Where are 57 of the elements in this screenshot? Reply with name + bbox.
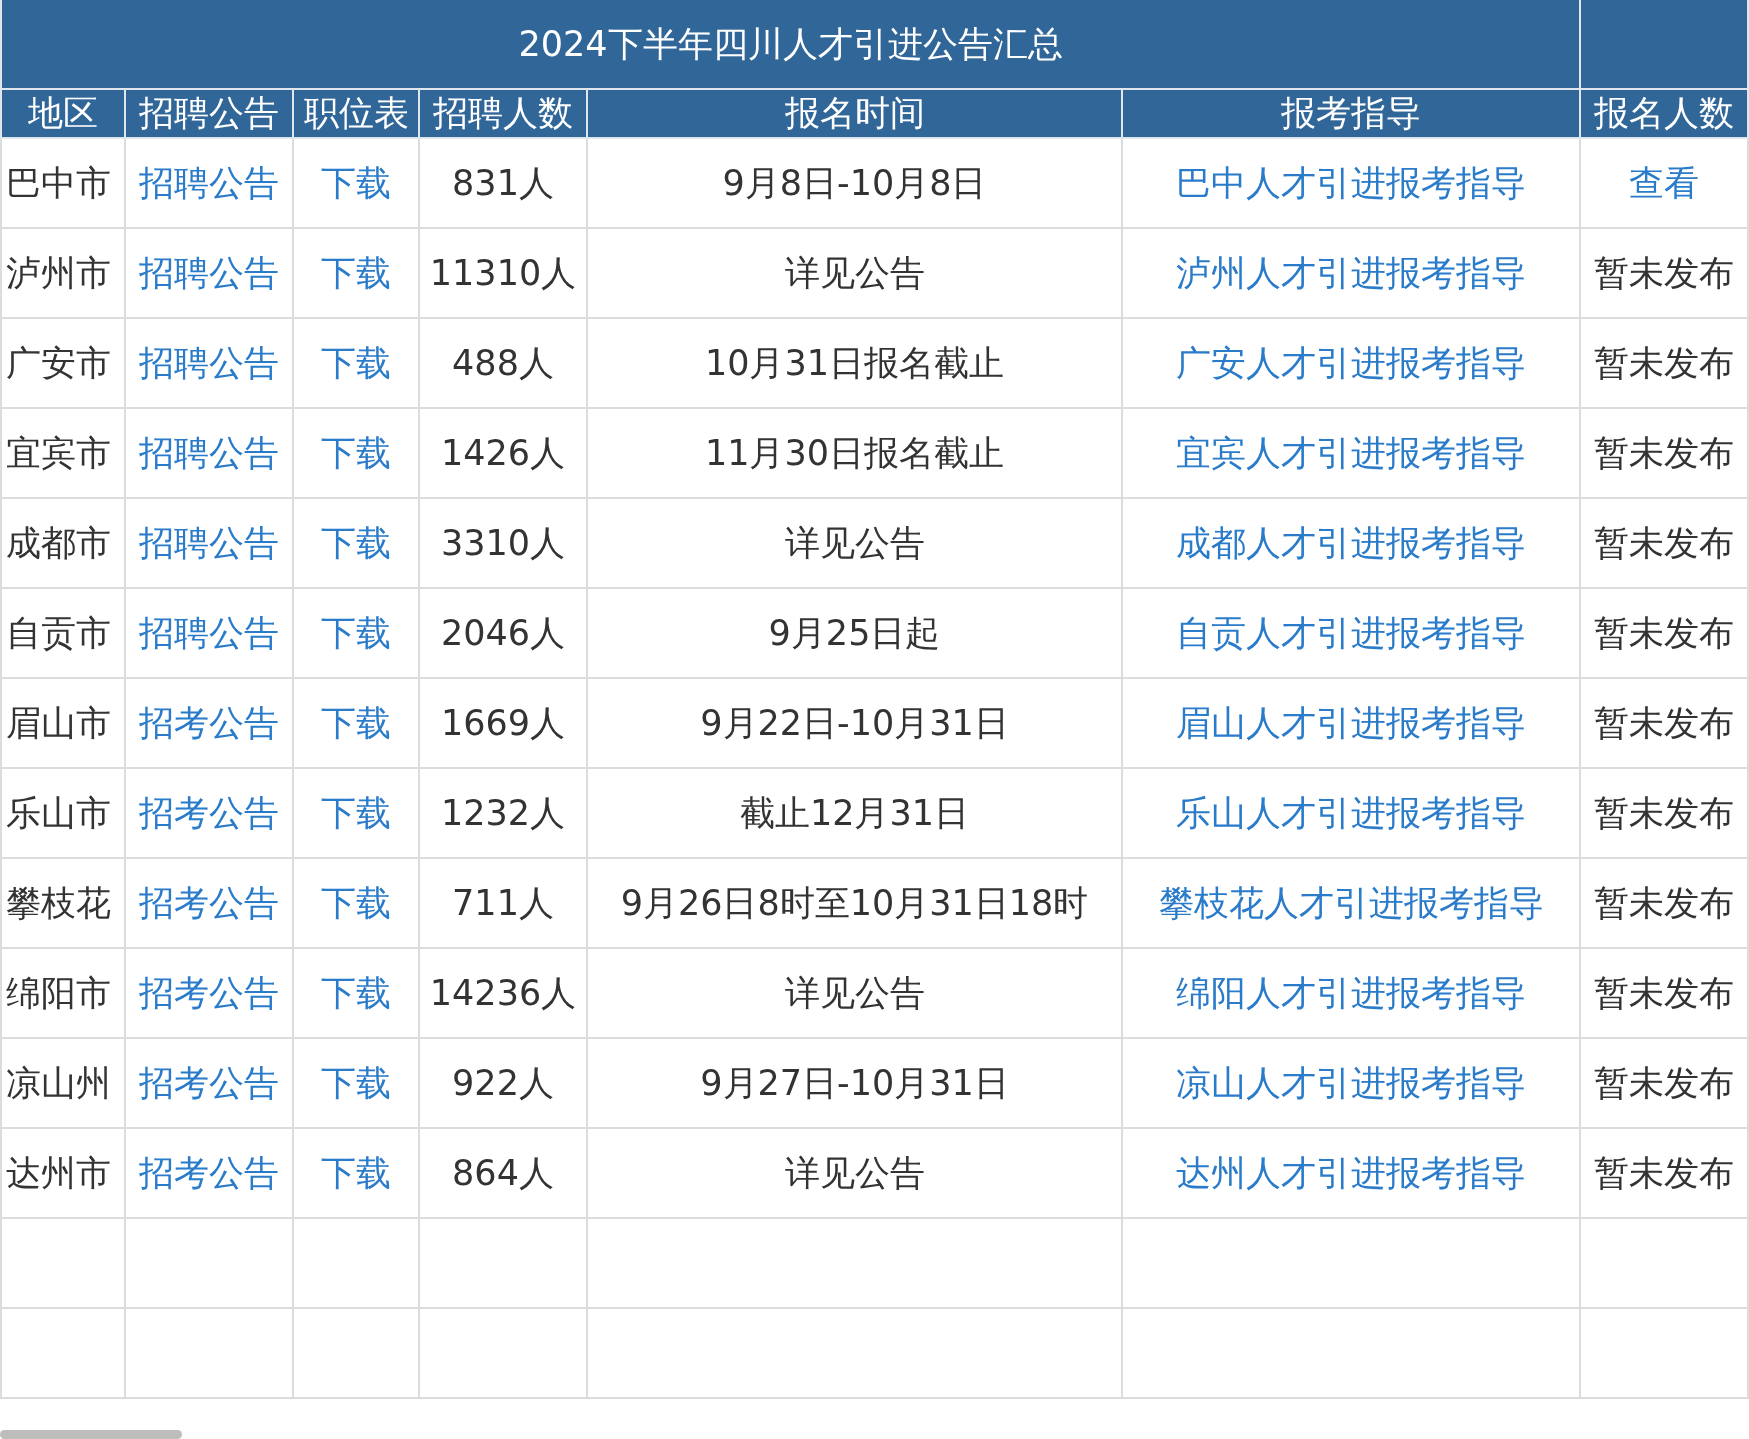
table-cell: 暂未发布 (1594, 1062, 1735, 1103)
table-cell: 暂未发布 (1594, 432, 1735, 473)
column-header: 报名时间 (587, 89, 1122, 138)
table-cell: 3310人 (440, 522, 566, 563)
table-cell: 9月8日-10月8日 (722, 162, 987, 203)
table-cell: 攀枝花 (6, 882, 111, 923)
table-cell: 暂未发布 (1594, 882, 1735, 923)
table-cell: 暂未发布 (1594, 792, 1735, 833)
column-header: 招聘人数 (419, 89, 587, 138)
table-cell: 864人 (452, 1152, 554, 1193)
table-cell: 成都市 (6, 522, 111, 563)
table-cell: 暂未发布 (1594, 972, 1735, 1013)
table-cell: 1669人 (440, 702, 566, 743)
table-cell: 9月27日-10月31日 (700, 1062, 1009, 1103)
table-cell: 831人 (452, 162, 554, 203)
table-cell: 截止12月31日 (739, 792, 970, 833)
table-cell: 10月31日报名截止 (704, 342, 1005, 383)
table-cell: 11月30日报名截止 (704, 432, 1005, 473)
table-cell: 巴中市 (6, 162, 111, 203)
view-link[interactable]: 查看 (1629, 162, 1700, 203)
table-cell: 详见公告 (784, 522, 925, 563)
table-cell: 922人 (452, 1062, 554, 1103)
table-cell: 711人 (452, 882, 554, 923)
table-cell: 眉山市 (6, 702, 111, 743)
table-cell: 自贡市 (6, 612, 111, 653)
table-cell: 2046人 (440, 612, 566, 653)
table-cell: 暂未发布 (1594, 252, 1735, 293)
column-header: 招聘公告 (125, 89, 293, 138)
column-header: 报考指导 (1122, 89, 1581, 138)
table-cell: 详见公告 (784, 252, 925, 293)
column-header: 地区 (1, 89, 125, 138)
table-cell: 详见公告 (784, 1152, 925, 1193)
table-cell: 488人 (452, 342, 554, 383)
table-cell: 11310人 (429, 252, 577, 293)
table-cell: 1426人 (440, 432, 566, 473)
table-cell: 乐山市 (6, 792, 111, 833)
scrollbar[interactable] (0, 1430, 182, 1439)
table-cell: 暂未发布 (1594, 1152, 1735, 1193)
table-cell: 泸州市 (6, 252, 111, 293)
table-cell: 14236人 (429, 972, 577, 1013)
table-cell: 达州市 (6, 1152, 111, 1193)
table-cell: 9月25日起 (768, 612, 941, 653)
table-cell: 宜宾市 (6, 432, 111, 473)
table-cell: 暂未发布 (1594, 522, 1735, 563)
table-cell: 广安市 (6, 342, 111, 383)
table-cell: 暂未发布 (1594, 612, 1735, 653)
table-cell: 绵阳市 (6, 972, 111, 1013)
table-cell: 暂未发布 (1594, 342, 1735, 383)
table-cell: 9月26日8时至10月31日18时 (620, 882, 1089, 923)
table-cell: 凉山州 (6, 1062, 111, 1103)
table-cell: 详见公告 (784, 972, 925, 1013)
table-cell: 9月22日-10月31日 (700, 702, 1009, 743)
table-title: 2024下半年四川人才引进公告汇总 (1, 0, 1581, 89)
column-header: 报名人数 (1580, 89, 1749, 138)
column-header: 职位表 (293, 89, 419, 138)
table-cell: 1232人 (440, 792, 566, 833)
table-cell: 暂未发布 (1594, 702, 1735, 743)
